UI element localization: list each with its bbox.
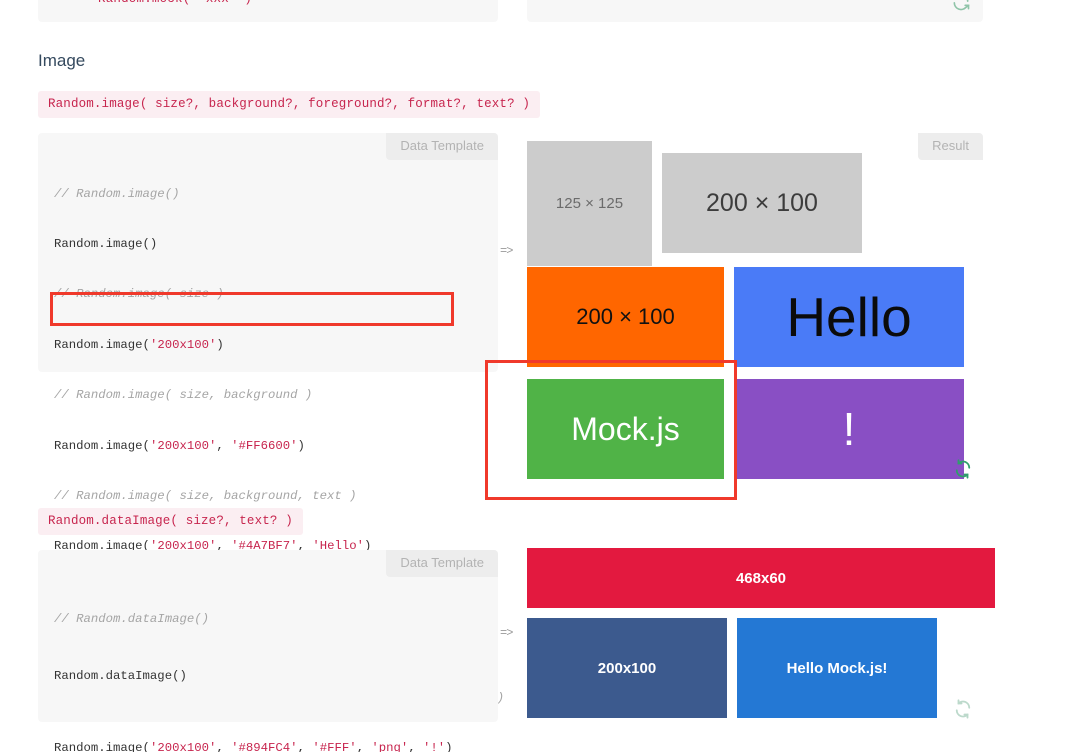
clipped-code-panel: Random.mock( 'xxx' )	[38, 0, 498, 22]
tab-result-image[interactable]: Result	[918, 133, 983, 160]
code-comment: // Random.image( size, background )	[54, 388, 312, 402]
image-result-gray-200x100[interactable]: 200 × 100	[662, 153, 862, 253]
dataimage-result-label: Hello Mock.js!	[787, 660, 888, 677]
refresh-icon[interactable]	[953, 699, 973, 719]
signature-random-dataimage: Random.dataImage( size?, text? )	[38, 508, 303, 535]
signature-random-image: Random.image( size?, background?, foregr…	[38, 91, 540, 118]
image-result-label: 125 × 125	[556, 195, 623, 212]
page-title: Image	[38, 51, 85, 71]
dataimage-result-200x100[interactable]: 200x100	[527, 618, 727, 718]
code-comment: // Random.image()	[54, 187, 179, 201]
image-result-label: Mock.js	[571, 411, 679, 448]
code-line: Random.image(	[54, 439, 150, 453]
clipped-result-panel	[527, 0, 983, 22]
refresh-icon[interactable]	[953, 459, 973, 479]
dataimage-result-hello-mockjs[interactable]: Hello Mock.js!	[737, 618, 937, 718]
dataimage-result-468x60[interactable]: 468x60	[527, 548, 995, 608]
code-comment: // Random.dataImage()	[54, 612, 209, 626]
code-line: Random.dataImage()	[54, 669, 187, 683]
image-result-label: Hello	[786, 285, 911, 349]
code-punct: ,	[216, 439, 231, 453]
image-result-label: !	[843, 402, 856, 456]
data-template-panel-image: Data Template // Random.image() Random.i…	[38, 133, 498, 372]
refresh-icon[interactable]	[951, 0, 971, 17]
page-root: Random.mock( 'xxx' ) Image Random.image(…	[0, 0, 1067, 752]
code-string: '#FF6600'	[231, 439, 297, 453]
image-result-green-mockjs[interactable]: Mock.js	[527, 379, 724, 479]
image-result-orange[interactable]: 200 × 100	[527, 267, 724, 367]
code-string: '200x100'	[150, 439, 216, 453]
dataimage-result-label: 200x100	[598, 660, 656, 677]
arrow-separator-dataimage: =>	[500, 626, 512, 640]
image-result-blue-hello[interactable]: Hello	[734, 267, 964, 367]
image-result-label: 200 × 100	[706, 189, 818, 218]
image-result-label: 200 × 100	[576, 304, 674, 330]
clipped-code-fragment: Random.mock( 'xxx' )	[98, 0, 252, 6]
code-line: Random.image()	[54, 237, 157, 251]
result-panel-dataimage: Result 468x60 200x100 Hello Mock.js!	[527, 548, 983, 722]
code-blank-line	[54, 724, 490, 735]
code-string: '200x100'	[150, 338, 216, 352]
code-line: Random.image(	[54, 338, 150, 352]
code-block-dataimage[interactable]: // Random.dataImage() Random.dataImage()…	[54, 572, 490, 752]
code-punct: )	[216, 338, 223, 352]
image-result-purple-exclaim[interactable]: !	[734, 379, 964, 479]
code-comment: // Random.image( size )	[54, 287, 224, 301]
code-punct: )	[298, 439, 305, 453]
image-result-125x125[interactable]: 125 × 125	[527, 141, 652, 266]
dataimage-result-label: 468x60	[736, 570, 786, 587]
arrow-separator-image: =>	[500, 244, 512, 258]
code-comment: // Random.image( size, background, text …	[54, 489, 357, 503]
result-panel-image: Result 125 × 125 200 × 100 200 × 100 Hel…	[527, 133, 983, 373]
data-template-panel-dataimage: Data Template // Random.dataImage() Rand…	[38, 550, 498, 722]
clipped-panels-row: Random.mock( 'xxx' )	[0, 0, 1067, 24]
